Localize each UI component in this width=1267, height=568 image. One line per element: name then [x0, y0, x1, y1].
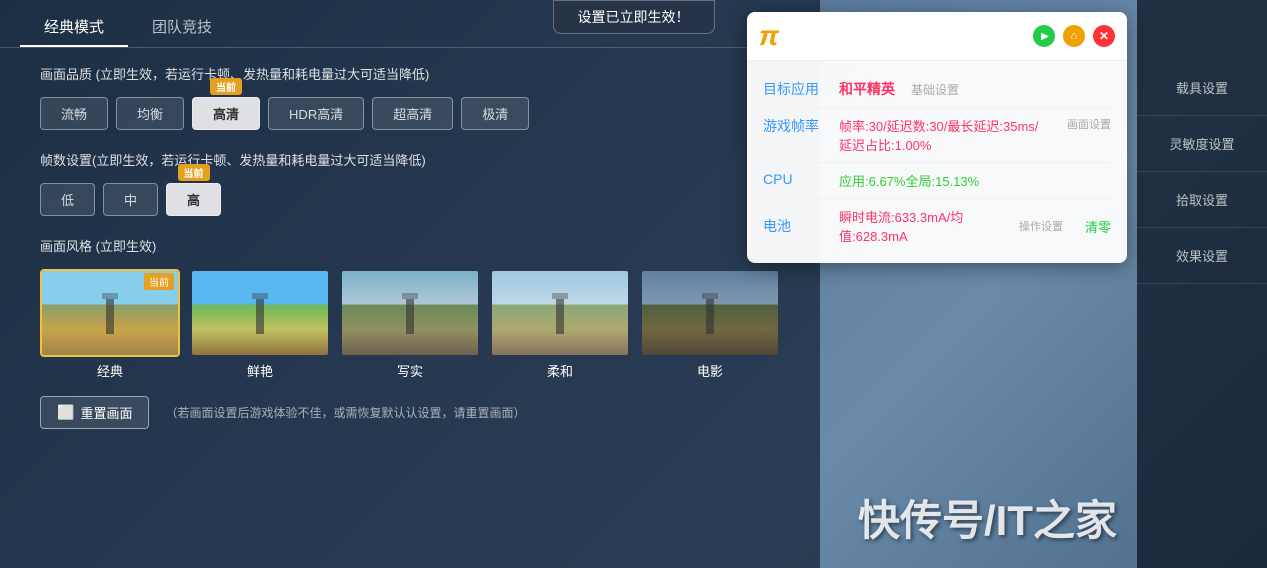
style-thumb-classic: 当前: [40, 269, 180, 357]
tower-icon-cinematic: [706, 299, 714, 334]
style-row: 当前 经典 鲜艳 写实: [40, 269, 780, 380]
sidebar-item-effects[interactable]: 效果设置: [1137, 228, 1267, 284]
tt-body: 目标应用 和平精英 基础设置 游戏帧率 帧率:30/延迟数:30/最长延迟:35…: [747, 61, 1127, 263]
reset-row: ⬜ 重置画面 （若画面设置后游戏体验不佳，或需恢复默认认设置，请重置画面）: [40, 396, 780, 429]
tower-icon-realistic: [406, 299, 414, 334]
quality-btn-hd[interactable]: 当前 高清: [192, 97, 260, 130]
tt-fps-value: 帧率:30/延迟数:30/最长延迟:35ms/延迟占比:1.00%: [839, 116, 1047, 154]
sidebar-item-pickup[interactable]: 拾取设置: [1137, 172, 1267, 228]
style-thumb-soft: [490, 269, 630, 357]
tt-header: π ▶ ⌂ ✕: [747, 12, 1127, 61]
style-item-realistic[interactable]: 写实: [340, 269, 480, 380]
style-label-cinematic: 电影: [697, 361, 723, 380]
tab-team[interactable]: 团队竞技: [128, 8, 236, 47]
style-item-classic[interactable]: 当前 经典: [40, 269, 180, 380]
tt-home-button[interactable]: ⌂: [1063, 25, 1085, 47]
right-sidebar: 载具设置 灵敏度设置 拾取设置 效果设置: [1137, 0, 1267, 568]
tt-target-label: 目标应用: [763, 79, 823, 99]
tower-icon-soft: [556, 299, 564, 334]
quality-section-title: 画面品质 (立即生效，若运行卡顿、发热量和耗电量过大可适当降低): [40, 64, 780, 83]
tt-battery-row: 电池 瞬时电流:633.3mA/均值:628.3mA 操作设置 清零: [763, 199, 1111, 253]
tt-cpu-label: CPU: [763, 171, 823, 187]
notification-bar: 设置已立即生效！: [553, 0, 715, 34]
fps-btn-low[interactable]: 低: [40, 183, 95, 216]
tt-fps-sub: 画面设置: [1067, 116, 1111, 132]
quality-current-label: 当前: [210, 78, 242, 95]
tower-icon: [106, 299, 114, 334]
tt-fps-row: 游戏帧率 帧率:30/延迟数:30/最长延迟:35ms/延迟占比:1.00% 画…: [763, 108, 1111, 163]
settings-panel: 经典模式 团队竞技 画面品质 (立即生效，若运行卡顿、发热量和耗电量过大可适当降…: [0, 0, 820, 568]
quality-btn-hdr[interactable]: HDR高清: [268, 97, 364, 130]
quality-btn-balanced[interactable]: 均衡: [116, 97, 184, 130]
style-current-badge: 当前: [144, 273, 174, 290]
close-icon: ✕: [1099, 29, 1109, 43]
style-label-classic: 经典: [97, 361, 123, 380]
tt-target-row: 目标应用 和平精英 基础设置: [763, 71, 1111, 108]
style-label-soft: 柔和: [547, 361, 573, 380]
fps-current-label: 当前: [178, 164, 210, 181]
reset-button[interactable]: ⬜ 重置画面: [40, 396, 149, 429]
sidebar-item-sensitivity[interactable]: 灵敏度设置: [1137, 116, 1267, 172]
fps-btn-mid[interactable]: 中: [103, 183, 158, 216]
tt-target-value: 和平精英: [839, 79, 895, 99]
style-item-cinematic[interactable]: 电影: [640, 269, 780, 380]
tab-classic[interactable]: 经典模式: [20, 8, 128, 47]
style-label-vivid: 鲜艳: [247, 361, 273, 380]
style-item-vivid[interactable]: 鲜艳: [190, 269, 330, 380]
style-thumb-cinematic: [640, 269, 780, 357]
fps-button-row: 低 中 当前 高: [40, 183, 780, 216]
tt-close-button[interactable]: ✕: [1093, 25, 1115, 47]
tt-battery-label: 电池: [763, 216, 823, 236]
play-icon: ▶: [1041, 31, 1049, 42]
fps-btn-high[interactable]: 当前 高: [166, 183, 221, 216]
reset-button-label: 重置画面: [80, 403, 132, 422]
fps-section-title: 帧数设置(立即生效，若运行卡顿、发热量和耗电量过大可适当降低): [40, 150, 780, 169]
tt-battery-sub: 操作设置: [1019, 218, 1063, 234]
notification-text: 设置已立即生效！: [578, 9, 690, 25]
tt-logo: π: [759, 20, 777, 52]
home-icon: ⌂: [1071, 30, 1078, 42]
tt-cpu-row: CPU 应用:6.67%全局:15.13%: [763, 163, 1111, 199]
tt-battery-value: 瞬时电流:633.3mA/均值:628.3mA: [839, 207, 997, 245]
tt-clear-button[interactable]: 清零: [1085, 217, 1111, 236]
quality-btn-ultra[interactable]: 超高清: [372, 97, 453, 130]
reset-hint: （若画面设置后游戏体验不佳，或需恢复默认认设置，请重置画面）: [165, 404, 525, 421]
quality-button-row: 流畅 均衡 当前 高清 HDR高清 超高清 极清: [40, 97, 780, 130]
style-item-soft[interactable]: 柔和: [490, 269, 630, 380]
sidebar-item-vehicle[interactable]: 载具设置: [1137, 60, 1267, 116]
tt-panel: π ▶ ⌂ ✕ 目标应用 和平精英 基础设置 游戏帧率 帧率:30/延迟数:30…: [747, 12, 1127, 263]
style-section-title: 画面风格 (立即生效): [40, 236, 780, 255]
tower-icon-vivid: [256, 299, 264, 334]
tt-cpu-value: 应用:6.67%全局:15.13%: [839, 171, 1111, 190]
settings-content: 画面品质 (立即生效，若运行卡顿、发热量和耗电量过大可适当降低) 流畅 均衡 当…: [0, 48, 820, 445]
style-thumb-vivid: [190, 269, 330, 357]
quality-btn-smooth[interactable]: 流畅: [40, 97, 108, 130]
tt-play-button[interactable]: ▶: [1033, 25, 1055, 47]
style-thumb-realistic: [340, 269, 480, 357]
reset-icon: ⬜: [57, 404, 74, 421]
tt-controls: ▶ ⌂ ✕: [1033, 25, 1115, 47]
tt-fps-label: 游戏帧率: [763, 116, 823, 136]
tt-target-sub: 基础设置: [911, 81, 959, 98]
quality-btn-extreme[interactable]: 极清: [461, 97, 529, 130]
style-label-realistic: 写实: [397, 361, 423, 380]
